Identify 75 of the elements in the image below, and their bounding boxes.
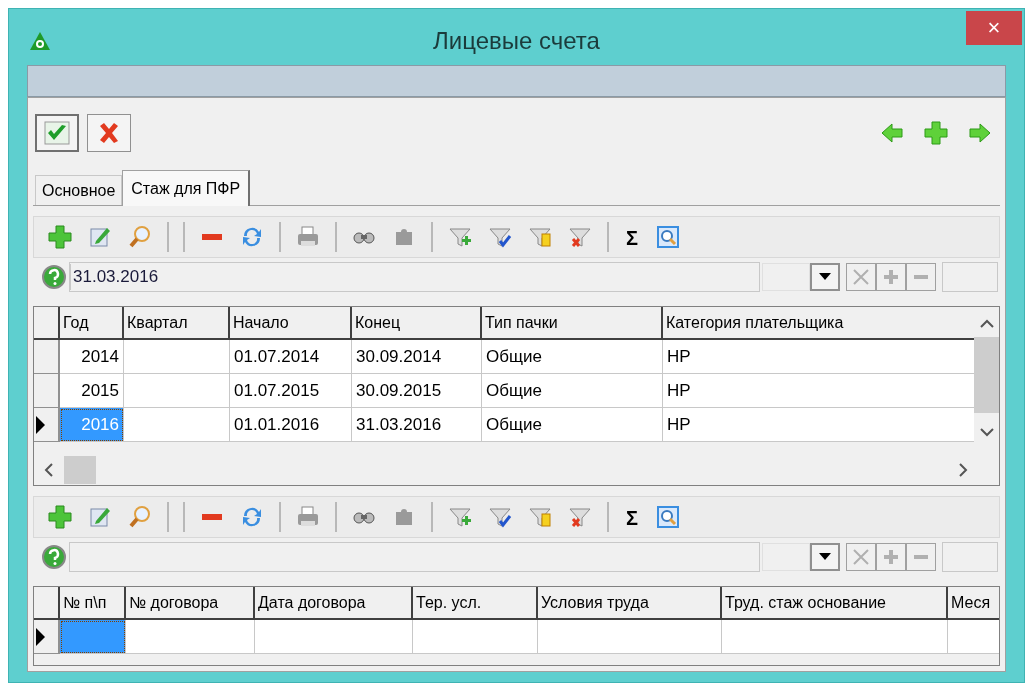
filter-check-icon[interactable] — [488, 505, 512, 529]
close-icon — [852, 268, 870, 286]
plus-icon[interactable] — [924, 121, 948, 145]
filter-field[interactable] — [69, 542, 760, 572]
help-icon[interactable] — [41, 544, 67, 570]
filter-add-icon[interactable] — [448, 505, 472, 529]
plus-icon[interactable] — [48, 225, 72, 249]
current-row-icon — [34, 626, 46, 647]
remove-button[interactable] — [906, 543, 936, 571]
scroll-left-icon[interactable] — [44, 463, 54, 477]
column-header[interactable]: Дата договора — [255, 587, 413, 618]
edit-icon[interactable] — [88, 505, 112, 529]
caret-icon — [819, 553, 831, 561]
close-icon — [852, 548, 870, 566]
cancel-button[interactable] — [87, 114, 131, 152]
column-header[interactable]: Труд. стаж основание — [722, 587, 948, 618]
remove-button[interactable] — [906, 263, 936, 291]
add-button[interactable] — [876, 263, 906, 291]
preview-icon[interactable] — [656, 505, 680, 529]
row-indicator[interactable] — [34, 620, 60, 654]
filter-remove-icon[interactable] — [568, 505, 592, 529]
filter-add-icon[interactable] — [448, 225, 472, 249]
plus-icon — [883, 269, 899, 285]
printer-icon[interactable] — [296, 505, 320, 529]
filter-remove-icon[interactable] — [568, 225, 592, 249]
scroll-up-icon[interactable] — [979, 319, 994, 329]
table-cell: 2016 — [60, 408, 124, 442]
refresh-icon[interactable] — [240, 505, 264, 529]
arrow-right-icon[interactable] — [968, 122, 992, 144]
table-cell: 31.03.2016 — [352, 408, 482, 442]
tab[interactable]: Стаж для ПФР — [122, 170, 251, 206]
plus-icon[interactable] — [48, 505, 72, 529]
close-button[interactable]: × — [966, 11, 1022, 45]
filter-value: 31.03.2016 — [70, 264, 159, 290]
printer-icon[interactable] — [296, 225, 320, 249]
row-indicator[interactable] — [34, 408, 60, 442]
input-field[interactable] — [942, 262, 998, 292]
plus-icon — [883, 549, 899, 565]
delete-button[interactable] — [846, 263, 876, 291]
confirm-button[interactable] — [35, 114, 79, 152]
table-cell: Общие — [482, 408, 663, 442]
sum-button[interactable]: Σ — [620, 223, 644, 251]
checkmark-icon — [44, 121, 70, 145]
table-cell — [60, 620, 126, 654]
help-icon[interactable] — [41, 264, 67, 290]
arrow-left-icon[interactable] — [880, 122, 904, 144]
caret-icon — [819, 273, 831, 281]
sum-button[interactable]: Σ — [620, 503, 644, 531]
current-row-icon — [34, 414, 46, 435]
filter-list-icon[interactable] — [528, 225, 552, 249]
table-cell: 01.01.2016 — [230, 408, 352, 442]
edit-icon[interactable] — [88, 225, 112, 249]
scrollbar-thumb[interactable] — [974, 337, 999, 413]
delete-button[interactable] — [846, 543, 876, 571]
window-title: Лицевые счета — [433, 26, 600, 56]
filter-check-icon[interactable] — [488, 225, 512, 249]
search-icon[interactable] — [128, 225, 152, 249]
column-header[interactable]: Тер. усл. — [413, 587, 538, 618]
scroll-down-icon[interactable] — [979, 427, 994, 437]
column-header[interactable]: Условия труда — [538, 587, 722, 618]
add-button[interactable] — [876, 543, 906, 571]
filter-field[interactable]: 31.03.2016 — [69, 262, 760, 292]
preview-icon[interactable] — [656, 225, 680, 249]
scrollbar-thumb[interactable] — [64, 456, 96, 484]
scroll-right-icon[interactable] — [958, 463, 968, 477]
app-logo-icon — [29, 31, 51, 51]
close-icon — [97, 121, 121, 145]
search-icon[interactable] — [128, 505, 152, 529]
dropdown[interactable] — [762, 543, 840, 571]
filter-list-icon[interactable] — [528, 505, 552, 529]
column-header[interactable]: Тип пачки — [482, 307, 663, 338]
tab[interactable]: Основное — [35, 175, 123, 205]
dropdown[interactable] — [762, 263, 840, 291]
input-field[interactable] — [942, 542, 998, 572]
refresh-icon[interactable] — [240, 225, 264, 249]
